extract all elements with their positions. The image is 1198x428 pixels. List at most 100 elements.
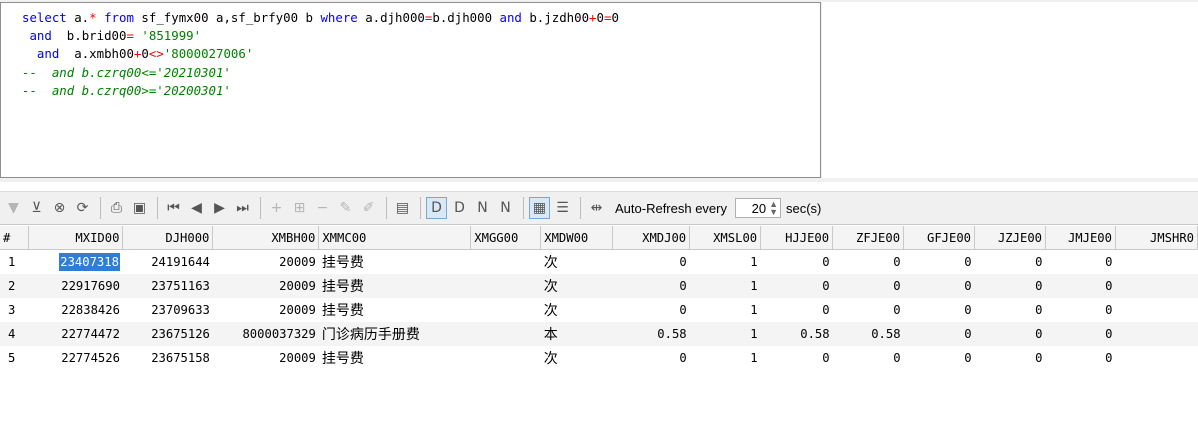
table-cell[interactable]: 23675158 [123,346,213,370]
spin-down-icon[interactable]: ▼ [769,208,778,217]
table-cell[interactable]: 0 [833,250,904,275]
table-cell[interactable]: 1 [689,274,761,298]
table-cell[interactable]: 0 [832,274,904,298]
table-cell[interactable]: 1 [690,346,761,370]
table-cell[interactable]: 0 [975,250,1046,275]
set-null-icon[interactable]: N [472,197,493,219]
filter-dropdown-icon[interactable]: ▼ [3,197,24,219]
table-cell[interactable] [471,250,541,275]
delete-record-icon[interactable]: − [312,197,333,219]
table-cell[interactable]: 23751163 [122,274,213,298]
column-header-djh000[interactable]: DJH000 [122,226,214,250]
next-record-icon[interactable]: ▶ [209,197,230,219]
filter-icon[interactable]: ⊻ [26,197,47,219]
table-cell[interactable]: 次 [541,346,613,370]
table-cell[interactable]: 0 [904,346,975,370]
set-default-icon[interactable]: D [426,197,447,219]
table-cell[interactable]: 本 [540,322,613,346]
table-row[interactable]: 3 22838426 23709633 20009 挂号费次 0 1 0 0 0 0 0 [0,298,1198,322]
table-cell[interactable]: 挂号费 [319,346,471,370]
column-header-gfje00[interactable]: GFJE00 [903,226,976,250]
table-cell[interactable]: 22917690 [28,274,123,298]
table-cell[interactable] [471,298,541,322]
table-cell[interactable]: 0 [612,274,690,298]
table-row[interactable]: 2 22917690 23751163 20009 挂号费次 0 1 0 0 0 0 0 [0,274,1198,298]
table-cell[interactable]: 0 [1046,250,1116,275]
last-record-icon[interactable]: ⏭ [232,197,253,219]
print-icon[interactable]: ⎙ [106,197,127,219]
table-cell[interactable]: 0 [974,322,1046,346]
table-cell[interactable]: 0 [760,274,833,298]
table-cell[interactable]: 22774526 [29,346,123,370]
refresh-icon[interactable]: ⟳ [72,197,93,219]
column-header-xmbh00[interactable]: XMBH00 [212,226,320,250]
table-cell[interactable]: 0 [974,274,1046,298]
table-cell[interactable] [1115,274,1198,298]
table-cell[interactable]: 20009 [213,250,319,275]
edit-record-icon[interactable]: ✎ [335,197,356,219]
column-header-rownum[interactable]: # [0,226,30,250]
table-cell[interactable]: 挂号费 [319,298,471,322]
table-cell[interactable]: 0 [1045,322,1116,346]
table-cell[interactable]: 次 [540,274,613,298]
table-cell[interactable]: 0.58 [760,322,833,346]
column-header-jmje00[interactable]: JMJE00 [1045,226,1116,250]
table-cell[interactable]: 22838426 [29,298,123,322]
save-icon[interactable]: ▣ [129,197,150,219]
table-cell[interactable]: 0 [761,346,833,370]
table-cell[interactable]: 挂号费 [319,250,471,275]
table-cell[interactable]: 2 [0,274,29,298]
column-header-jzje00[interactable]: JZJE00 [974,226,1046,250]
table-cell[interactable] [1115,298,1197,322]
memo-icon[interactable]: ▤ [392,197,413,219]
table-cell[interactable]: 3 [0,298,29,322]
column-header-jmshr0[interactable]: JMSHR0 [1115,226,1198,250]
table-cell[interactable]: 次 [541,250,613,275]
table-cell[interactable]: 0.58 [832,322,904,346]
table-cell[interactable]: 8000037329 [212,322,319,346]
auto-refresh-interval-spinner[interactable]: 20 ▲ ▼ [735,198,781,218]
table-cell[interactable]: 0 [761,250,833,275]
table-cell[interactable]: 次 [541,298,613,322]
table-cell[interactable]: 0 [975,346,1046,370]
table-cell[interactable] [471,346,541,370]
clear-filter-icon[interactable]: ⊗ [49,197,70,219]
table-cell[interactable]: 0 [975,298,1046,322]
table-row[interactable]: 4 22774472 23675126 8000037329 门诊病历手册费本 0.58 1… [0,322,1198,346]
table-cell[interactable]: 4 [0,322,29,346]
column-header-xmmc00[interactable]: XMMC00 [318,226,472,250]
table-cell[interactable]: 1 [690,250,761,275]
table-cell[interactable]: 0 [833,298,904,322]
table-cell[interactable]: 1 [690,298,761,322]
sql-editor[interactable]: select a.* from sf_fymx00 a,sf_brfy00 b … [0,2,821,178]
table-cell[interactable]: 0 [613,298,690,322]
column-header-mxid00[interactable]: MXID00 [28,226,124,250]
table-cell[interactable]: 23675126 [122,322,213,346]
table-cell[interactable]: 0 [613,250,690,275]
table-cell[interactable]: 0 [903,322,975,346]
column-header-zfje00[interactable]: ZFJE00 [832,226,905,250]
table-cell[interactable] [1115,322,1198,346]
table-cell[interactable] [470,274,541,298]
table-cell[interactable]: 20009 [213,298,319,322]
table-row[interactable]: 1 23407318 24191644 20009 挂号费次 0 1 0 0 0 0 0 [0,250,1198,275]
column-header-xmdw00[interactable]: XMDW00 [540,226,614,250]
table-cell[interactable] [470,322,541,346]
table-cell[interactable]: 0 [903,274,975,298]
table-cell[interactable]: 1 [0,250,29,275]
table-cell[interactable]: 0 [904,298,975,322]
table-cell[interactable]: 门诊病历手册费 [318,322,471,346]
cancel-edit-icon[interactable]: ✐ [358,197,379,219]
table-cell[interactable]: 挂号费 [318,274,471,298]
table-cell[interactable]: 23407318 [29,250,123,275]
prev-record-icon[interactable]: ◀ [186,197,207,219]
table-cell[interactable] [1115,250,1197,275]
table-cell[interactable]: 22774472 [28,322,123,346]
table-cell[interactable]: 1 [689,322,761,346]
column-header-xmsl00[interactable]: XMSL00 [689,226,762,250]
set-d-icon[interactable]: D [449,197,470,219]
table-cell[interactable]: 0.58 [612,322,690,346]
set-nd-icon[interactable]: N [495,197,516,219]
add-record-icon[interactable]: + [266,197,287,219]
table-cell[interactable]: 23709633 [123,298,213,322]
